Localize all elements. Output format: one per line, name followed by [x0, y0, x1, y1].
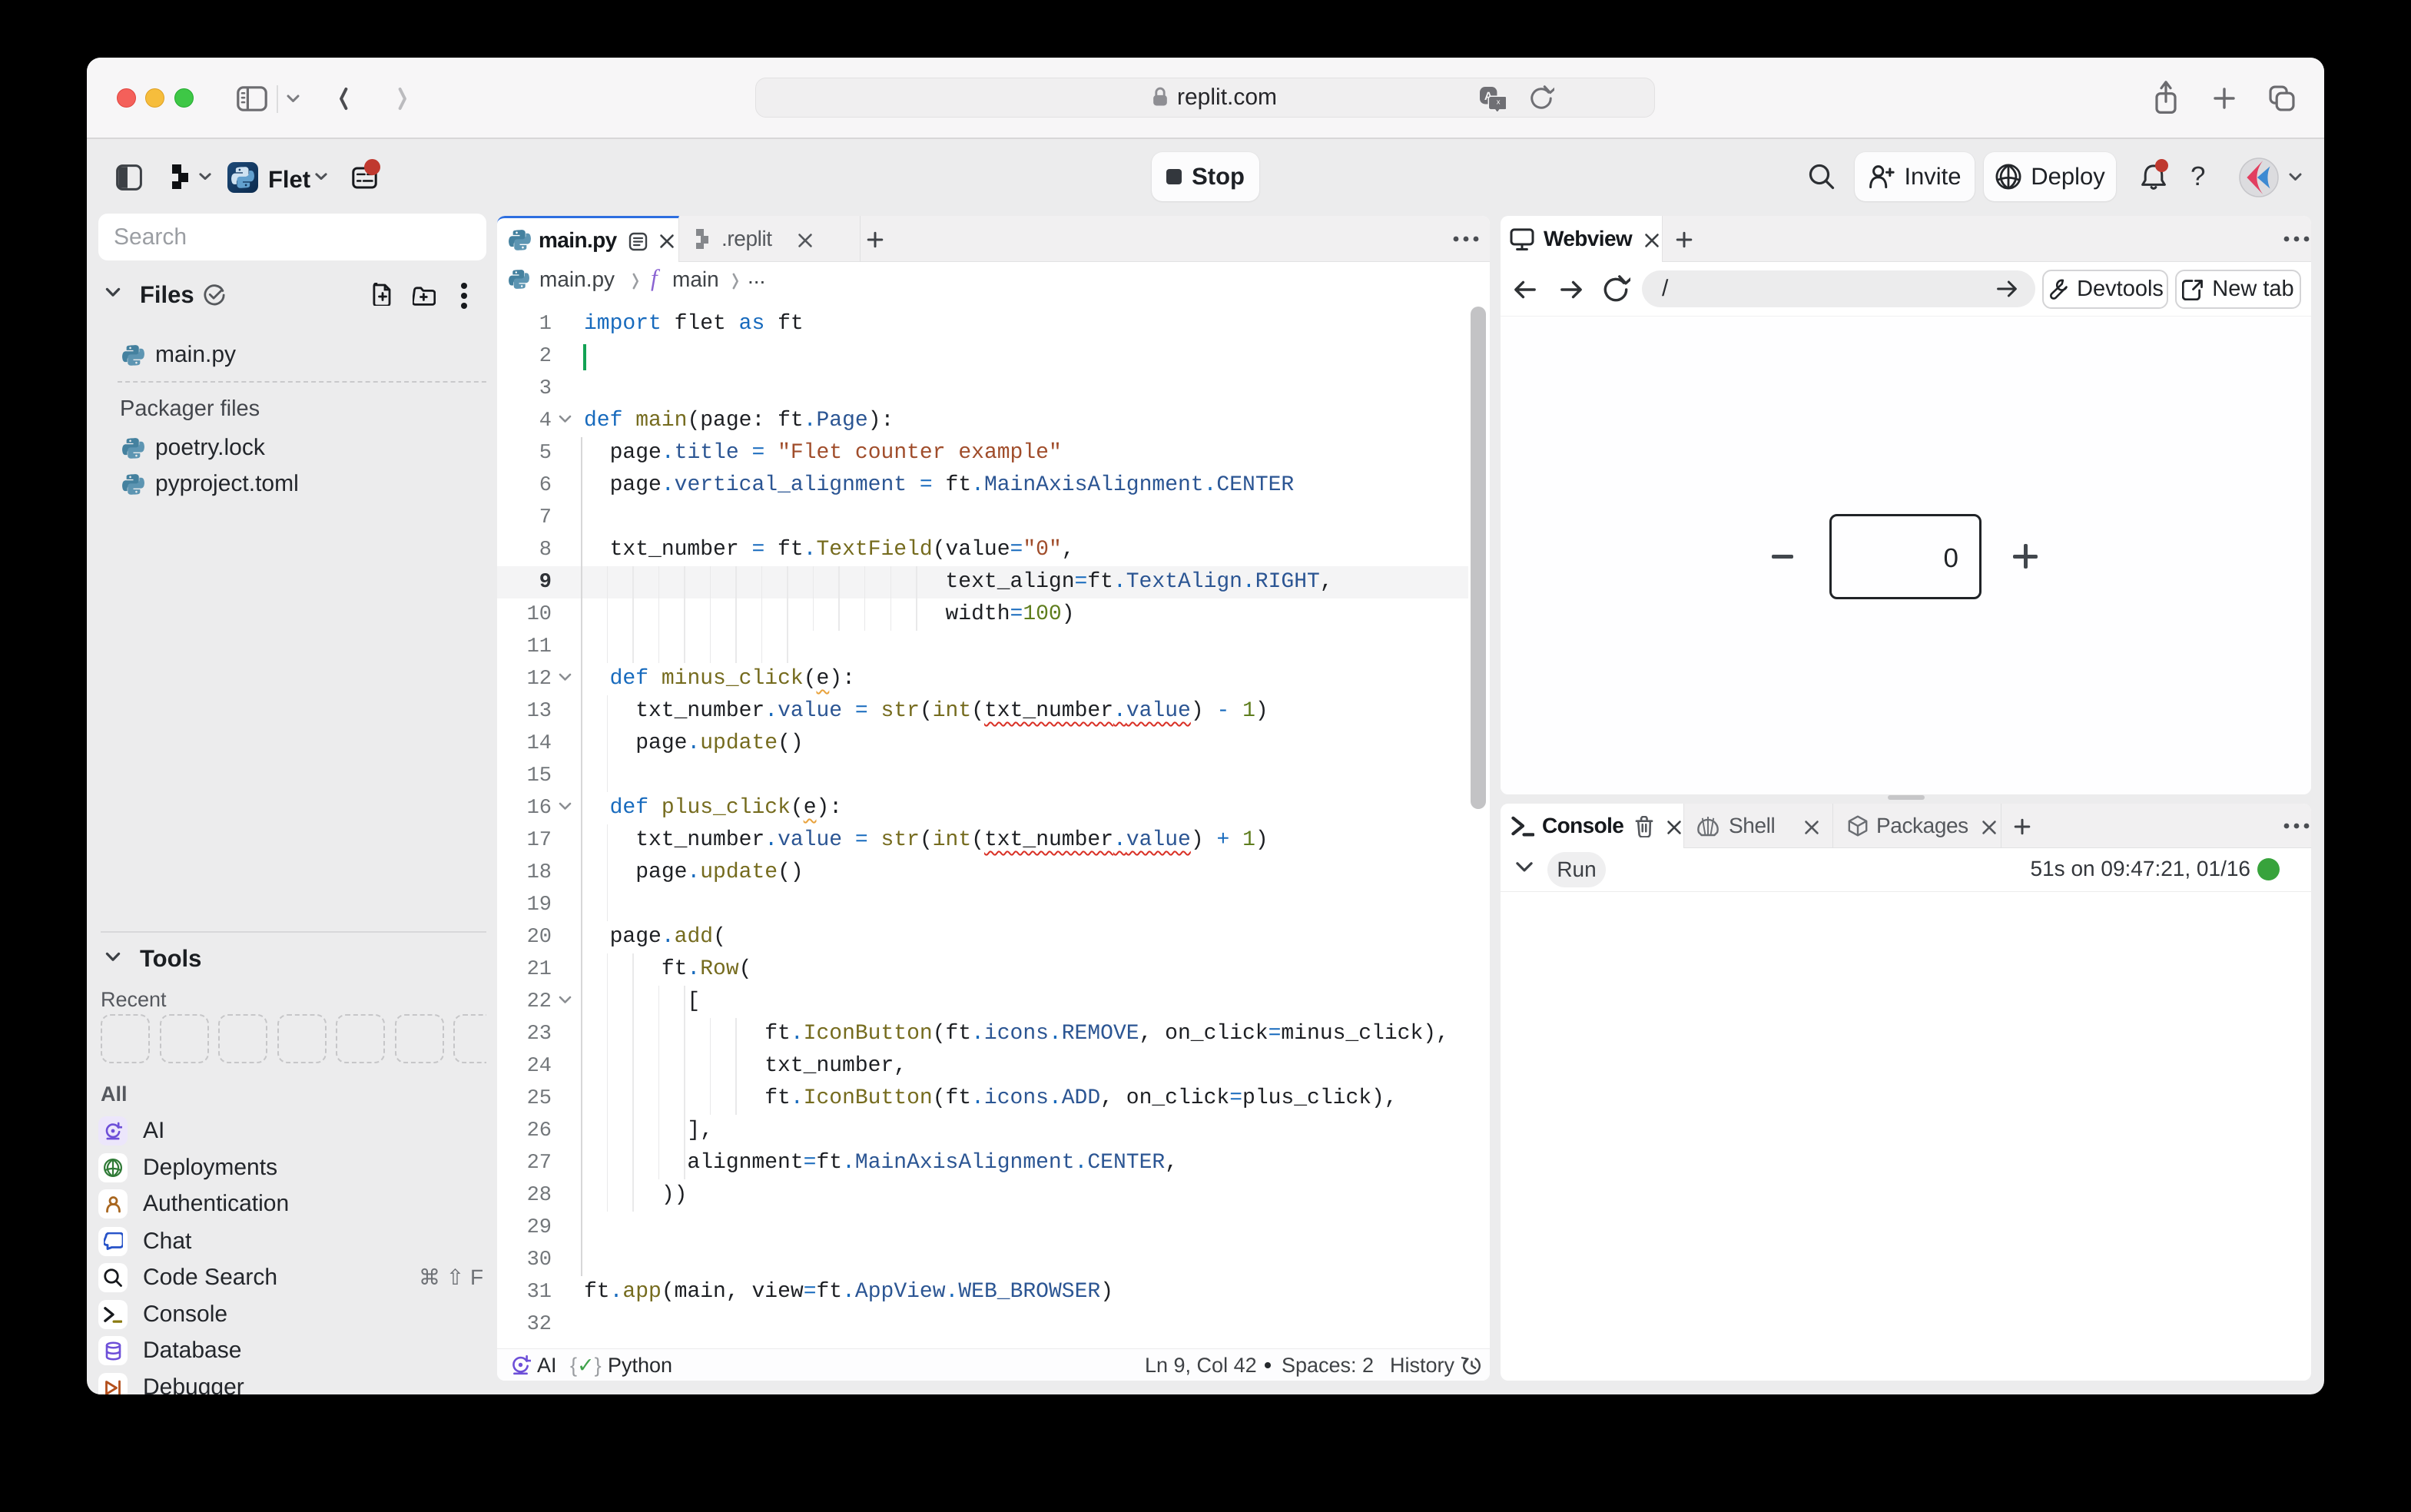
svg-text:x: x [1497, 98, 1501, 106]
